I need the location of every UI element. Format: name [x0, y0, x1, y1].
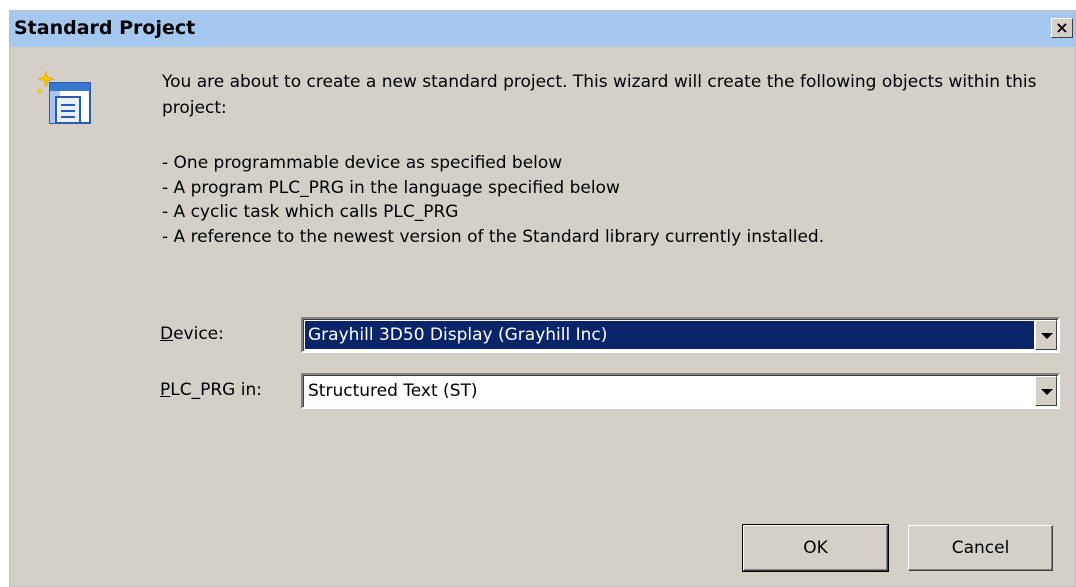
device-combobox[interactable]: Grayhill 3D50 Display (Grayhill Inc): [301, 317, 1060, 353]
close-button[interactable]: ×: [1051, 18, 1073, 38]
dialog-title: Standard Project: [14, 17, 196, 39]
cancel-button[interactable]: Cancel: [908, 525, 1053, 571]
device-label: Device:: [160, 324, 224, 344]
plc-prg-value: Structured Text (ST): [308, 381, 478, 401]
list-item: - A reference to the newest version of t…: [162, 226, 825, 247]
list-item: - One programmable device as specified b…: [162, 153, 563, 173]
device-value: Grayhill 3D50 Display (Grayhill Inc): [305, 321, 1034, 349]
title-bar[interactable]: Standard Project ×: [10, 11, 1075, 47]
plc-prg-label-accel: P: [160, 380, 171, 400]
standard-project-dialog: Standard Project × You are about to crea…: [9, 10, 1076, 587]
new-project-wizard-icon: [37, 70, 91, 124]
ok-button[interactable]: OK: [742, 524, 889, 572]
list-item: - A program PLC_PRG in the language spec…: [162, 177, 620, 198]
list-item: - A cyclic task which calls PLC_PRG: [162, 202, 459, 222]
plc-prg-language-combobox[interactable]: Structured Text (ST): [301, 373, 1060, 409]
chevron-down-icon[interactable]: [1035, 376, 1057, 406]
intro-text: You are about to create a new standard p…: [162, 72, 1037, 118]
plc-prg-label: PLC_PRG in:: [160, 380, 262, 400]
objects-list: - One programmable device as specified b…: [162, 151, 1042, 249]
device-label-text: evice:: [173, 324, 224, 344]
device-label-accel: D: [160, 324, 174, 344]
chevron-down-icon[interactable]: [1035, 320, 1057, 350]
plc-prg-label-text: LC_PRG in:: [170, 380, 262, 400]
close-icon: ×: [1055, 18, 1069, 37]
